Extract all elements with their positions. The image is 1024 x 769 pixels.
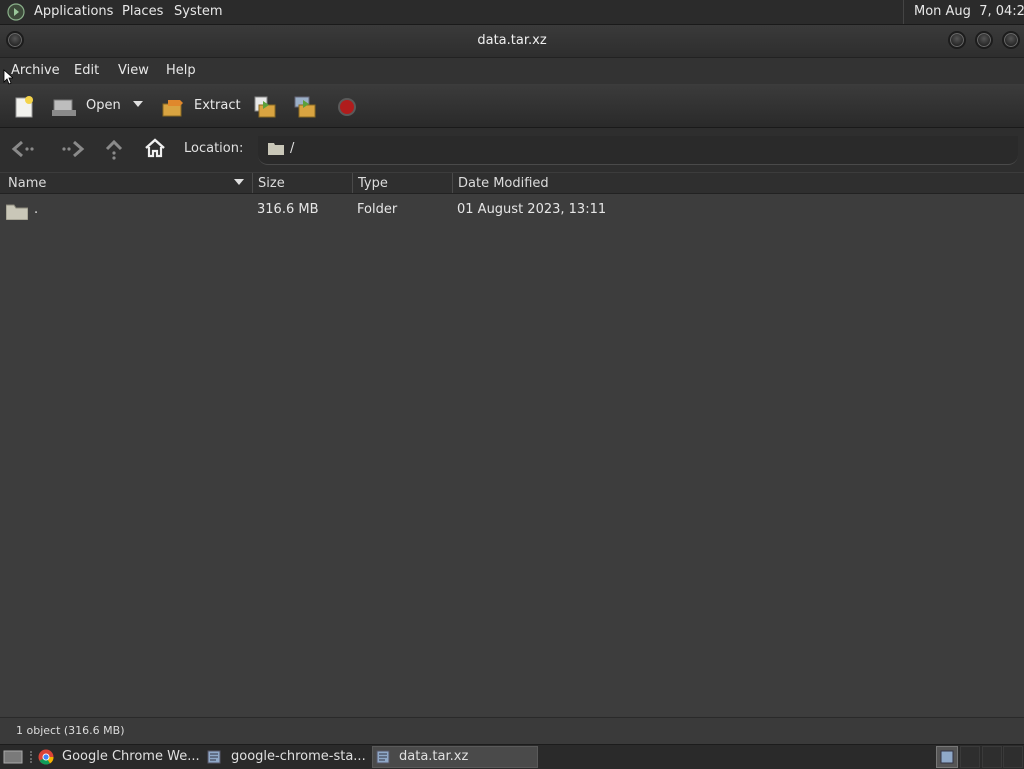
task-data-tar-xz[interactable]: data.tar.xz <box>372 746 538 768</box>
add-folder-icon <box>294 96 316 118</box>
location-label: Location: <box>184 141 244 156</box>
new-archive-icon <box>15 96 33 118</box>
column-separator[interactable] <box>352 173 353 193</box>
row-size: 316.6 MB <box>257 202 319 217</box>
add-files-button[interactable] <box>250 93 280 121</box>
stop-icon <box>338 98 356 116</box>
extract-icon <box>162 100 183 117</box>
clock[interactable]: Mon Aug 7, 04:29 <box>914 4 1024 19</box>
show-desktop-icon[interactable] <box>3 749 23 765</box>
menu-edit[interactable]: Edit <box>74 63 99 78</box>
add-folder-button[interactable] <box>290 93 320 121</box>
forward-arrow-icon[interactable] <box>60 138 86 160</box>
column-separator[interactable] <box>452 173 453 193</box>
system-menu[interactable]: System <box>174 4 222 19</box>
task-google-chrome[interactable]: Google Chrome We... <box>36 746 202 768</box>
table-row[interactable]: . 316.6 MB Folder 01 August 2023, 13:11 <box>0 198 1024 222</box>
open-archive-icon <box>52 99 76 116</box>
task-google-chrome-stable[interactable]: google-chrome-sta... <box>204 746 370 768</box>
toolbar: Open Extract <box>0 85 1024 128</box>
location-field[interactable]: / <box>258 136 1018 165</box>
workspace-4[interactable] <box>1003 746 1023 768</box>
task-label: google-chrome-sta... <box>231 749 366 764</box>
taskbar-handle[interactable] <box>30 751 34 763</box>
stop-button[interactable] <box>333 93 361 121</box>
window-title: data.tar.xz <box>477 33 547 48</box>
window-titlebar[interactable]: data.tar.xz <box>0 25 1024 58</box>
row-name: . <box>34 202 39 217</box>
archive-manager-icon <box>207 750 221 764</box>
file-list[interactable]: . 316.6 MB Folder 01 August 2023, 13:11 <box>0 194 1024 716</box>
workspace-3[interactable] <box>982 746 1002 768</box>
archive-manager-icon <box>940 750 954 764</box>
column-date-modified[interactable]: Date Modified <box>458 176 549 191</box>
sort-descending-icon[interactable] <box>234 179 244 186</box>
panel-divider <box>903 0 904 24</box>
taskbar: Google Chrome We... google-chrome-sta...… <box>0 744 1024 769</box>
task-label: Google Chrome We... <box>62 749 200 764</box>
new-archive-button[interactable] <box>8 93 40 121</box>
archive-manager-icon <box>376 750 390 764</box>
maximize-button[interactable] <box>975 31 993 49</box>
location-path: / <box>290 141 295 156</box>
open-dropdown-arrow-icon[interactable] <box>133 101 143 109</box>
menu-view[interactable]: View <box>118 63 149 78</box>
mouse-pointer-icon <box>3 69 13 85</box>
folder-icon <box>6 204 28 220</box>
workspace-switcher[interactable] <box>936 746 958 768</box>
row-type: Folder <box>357 202 398 217</box>
open-label: Open <box>86 98 121 113</box>
location-bar: Location: / <box>0 128 1024 172</box>
folder-icon <box>268 143 284 155</box>
gnome-foot-icon[interactable] <box>6 2 26 22</box>
chrome-icon <box>38 749 54 765</box>
column-size[interactable]: Size <box>258 176 285 191</box>
file-list-header: Name Size Type Date Modified <box>0 173 1024 194</box>
home-icon[interactable] <box>144 137 166 159</box>
applications-menu[interactable]: Applications <box>34 4 113 19</box>
status-bar: 1 object (316.6 MB) <box>0 717 1024 744</box>
task-label: data.tar.xz <box>399 749 469 764</box>
back-arrow-icon[interactable] <box>10 138 36 160</box>
up-arrow-icon[interactable] <box>103 138 125 160</box>
row-date: 01 August 2023, 13:11 <box>457 202 607 217</box>
column-separator[interactable] <box>252 173 253 193</box>
menu-help[interactable]: Help <box>166 63 196 78</box>
column-type[interactable]: Type <box>358 176 388 191</box>
workspace-2[interactable] <box>960 746 980 768</box>
close-button[interactable] <box>1002 31 1020 49</box>
minimize-button[interactable] <box>948 31 966 49</box>
places-menu[interactable]: Places <box>122 4 163 19</box>
extract-label: Extract <box>194 98 241 113</box>
add-files-icon <box>254 96 276 118</box>
top-panel: Applications Places System Mon Aug 7, 04… <box>0 0 1024 25</box>
extract-button[interactable]: Extract <box>158 93 241 121</box>
status-text: 1 object (316.6 MB) <box>16 724 125 737</box>
menubar: Archive Edit View Help <box>0 58 1024 84</box>
column-name[interactable]: Name <box>8 176 46 191</box>
menu-archive[interactable]: Archive <box>11 63 60 78</box>
